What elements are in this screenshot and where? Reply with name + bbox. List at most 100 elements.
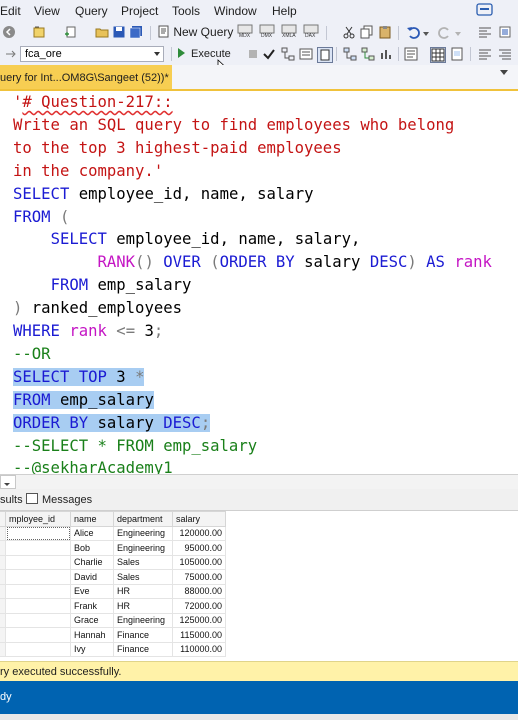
table-row[interactable]: 3CharlieSales105000.00 [0,554,226,570]
add-file-icon[interactable] [64,25,78,39]
table-row[interactable]: 8HannahFinance115000.00 [0,627,226,643]
query-options-icon[interactable] [299,47,313,61]
display-estimated-plan-icon[interactable] [281,47,295,61]
code-token: OVER [163,253,201,272]
table-cell[interactable] [5,525,71,541]
save-icon[interactable] [112,25,126,39]
intellisense-icon[interactable] [317,47,333,63]
tab-query-document[interactable]: uery for Int...OM8G\Sangeet (52))* × [0,65,172,89]
uncomment-icon[interactable] [498,47,512,61]
sql-editor[interactable]: '# Question-217:: Write an SQL query to f… [0,91,518,474]
paste-icon[interactable] [378,25,392,39]
table-cell[interactable]: Sales [113,554,173,570]
table-cell[interactable]: 88000.00 [172,583,226,599]
connect-icon[interactable] [3,47,17,61]
table-cell[interactable] [5,540,71,556]
db-engine-query-icon[interactable]: MDX [236,24,254,38]
menu-help[interactable]: Help [272,4,297,18]
results-grid[interactable]: mployee_id name department salary 1Alice… [0,511,518,661]
table-cell[interactable] [5,569,71,585]
table-cell[interactable]: Engineering [113,525,173,541]
table-row[interactable]: 2BobEngineering95000.00 [0,540,226,556]
cancel-query-icon[interactable] [246,47,260,61]
table-cell[interactable]: David [70,569,114,585]
open-folder-icon[interactable] [95,25,109,39]
properties-icon[interactable] [498,25,512,39]
table-cell[interactable]: Sales [113,569,173,585]
table-cell[interactable]: 110000.00 [172,641,226,657]
copy-icon[interactable] [360,25,374,39]
redo-dropdown-icon[interactable] [454,27,462,41]
table-cell[interactable]: Charlie [70,554,114,570]
save-all-icon[interactable] [129,25,143,39]
table-cell[interactable]: 125000.00 [172,612,226,628]
table-cell[interactable]: HR [113,583,173,599]
table-cell[interactable]: Hannah [70,627,114,643]
results-to-grid-icon[interactable] [430,47,446,63]
feedback-icon[interactable] [476,2,494,18]
dmx-query-icon[interactable]: DMX [258,24,276,38]
table-cell[interactable]: 115000.00 [172,627,226,643]
table-row[interactable]: 4DavidSales75000.00 [0,569,226,585]
results-to-text-icon[interactable] [404,47,418,61]
table-row[interactable]: 7GraceEngineering125000.00 [0,612,226,628]
table-cell[interactable]: 120000.00 [172,525,226,541]
table-cell[interactable]: Alice [70,525,114,541]
dax-query-icon[interactable]: DAX [302,24,320,38]
table-row[interactable]: 6FrankHR72000.00 [0,598,226,614]
column-header[interactable]: name [70,511,114,527]
menu-edit[interactable]: Edit [0,4,21,18]
table-row[interactable]: 1AliceEngineering120000.00 [0,525,226,541]
table-cell[interactable] [5,554,71,570]
live-stats-icon[interactable] [361,47,375,61]
table-cell[interactable] [5,598,71,614]
tab-list-dropdown-icon[interactable] [500,70,508,75]
comment-out-icon[interactable] [478,47,492,61]
back-icon[interactable] [2,25,16,39]
table-cell[interactable]: Grace [70,612,114,628]
column-header[interactable]: mployee_id [5,511,71,527]
table-cell[interactable]: Finance [113,627,173,643]
menu-query[interactable]: Query [75,4,108,18]
new-query-button[interactable]: New Query [158,25,233,40]
undo-icon[interactable] [406,25,420,39]
table-row[interactable]: 5EveHR88000.00 [0,583,226,599]
cut-icon[interactable] [342,25,356,39]
tab-results[interactable]: sults [0,492,23,509]
table-cell[interactable] [5,641,71,657]
table-cell[interactable]: Ivy [70,641,114,657]
table-cell[interactable]: Finance [113,641,173,657]
table-cell[interactable]: Engineering [113,612,173,628]
table-cell[interactable]: 105000.00 [172,554,226,570]
table-cell[interactable]: 72000.00 [172,598,226,614]
results-to-file-icon[interactable] [450,47,464,61]
table-row[interactable]: 9IvyFinance110000.00 [0,641,226,657]
menu-view[interactable]: View [34,4,60,18]
redo-icon[interactable] [438,25,452,39]
table-cell[interactable]: 95000.00 [172,540,226,556]
table-cell[interactable]: HR [113,598,173,614]
tab-messages[interactable]: Messages [26,492,92,509]
menu-window[interactable]: Window [214,4,257,18]
database-select[interactable]: fca_ore [20,46,164,62]
table-cell[interactable]: Frank [70,598,114,614]
table-cell[interactable] [5,627,71,643]
table-cell[interactable]: Bob [70,540,114,556]
new-project-icon[interactable] [32,25,46,39]
parse-icon[interactable] [262,47,276,61]
table-cell[interactable] [5,583,71,599]
menu-project[interactable]: Project [121,4,158,18]
table-cell[interactable]: Eve [70,583,114,599]
undo-dropdown-icon[interactable] [422,27,430,41]
table-cell[interactable]: 75000.00 [172,569,226,585]
table-cell[interactable]: Engineering [113,540,173,556]
zoom-dropdown[interactable] [0,475,16,489]
table-cell[interactable] [5,612,71,628]
menu-tools[interactable]: Tools [172,4,200,18]
client-stats-icon[interactable] [379,47,393,61]
xmla-query-icon[interactable]: XMLA [280,24,298,38]
include-plan-icon[interactable] [343,47,357,61]
align-left-icon[interactable] [478,25,492,39]
column-header[interactable]: salary [172,511,226,527]
column-header[interactable]: department [113,511,173,527]
